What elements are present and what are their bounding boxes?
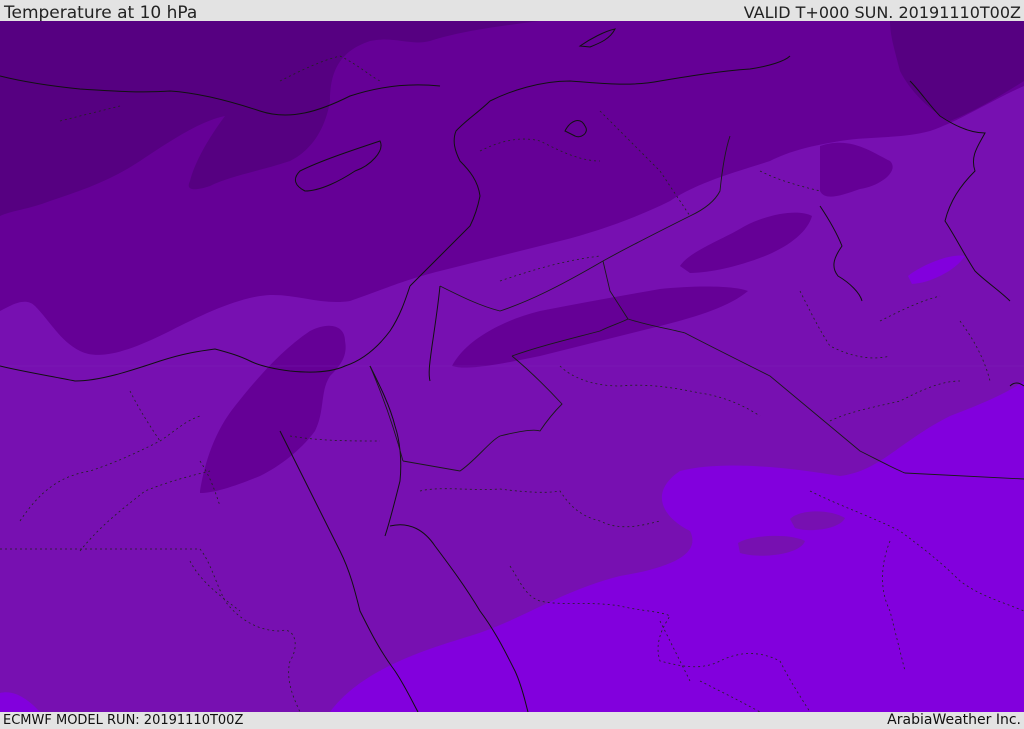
temperature-map[interactable] bbox=[0, 21, 1024, 712]
brand-label: ArabiaWeather Inc. bbox=[887, 712, 1021, 728]
valid-time: VALID T+000 SUN. 20191110T00Z bbox=[743, 3, 1021, 22]
footer-bar: ECMWF MODEL RUN: 20191110T00Z ArabiaWeat… bbox=[0, 712, 1024, 729]
model-run-label: ECMWF MODEL RUN: 20191110T00Z bbox=[3, 713, 244, 728]
header-bar: Temperature at 10 hPa VALID T+000 SUN. 2… bbox=[0, 0, 1024, 23]
map-title: Temperature at 10 hPa bbox=[4, 3, 198, 23]
